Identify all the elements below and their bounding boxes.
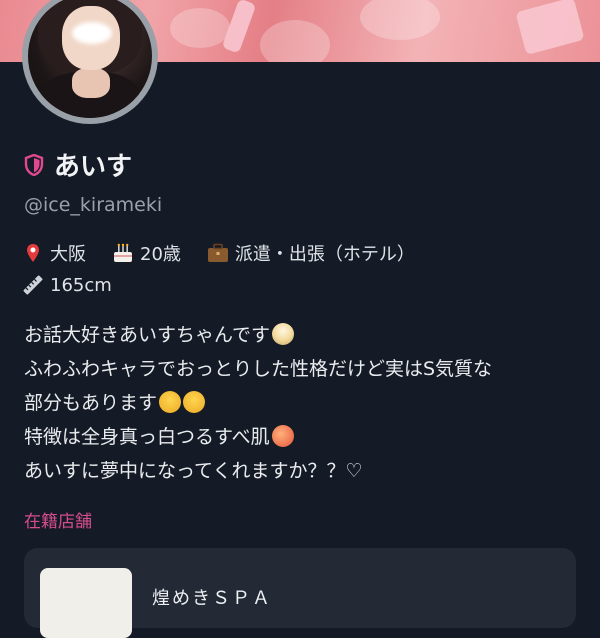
shield-icon bbox=[24, 153, 44, 176]
avatar-photo bbox=[28, 0, 152, 118]
bio-line: 特徴は全身真っ白つるすべ肌 bbox=[24, 426, 270, 448]
profile-meta-height: 165cm bbox=[22, 274, 112, 296]
cake-icon bbox=[112, 242, 134, 264]
bio-line: ふわふわキャラでおっとりした性格だけど実はS気質な bbox=[24, 358, 493, 380]
job-text: 派遣・出張（ホテル） bbox=[234, 244, 415, 265]
store-section-label: 在籍店舗 bbox=[24, 512, 92, 532]
bio-line: 部分もあります bbox=[24, 392, 158, 414]
fearful-face-icon bbox=[159, 391, 182, 413]
avatar[interactable] bbox=[22, 0, 158, 124]
store-name: 煌めきＳＰＡ bbox=[152, 588, 272, 609]
bio-line: お話大好きあいすちゃんです bbox=[24, 324, 271, 346]
height-text: 165cm bbox=[50, 274, 112, 296]
ruler-icon bbox=[22, 274, 44, 296]
bio-line: あいすに夢中になってくれますか？？♡ bbox=[24, 460, 363, 482]
store-card[interactable]: 煌めきＳＰＡ bbox=[24, 548, 576, 638]
profile-name: あいす bbox=[54, 152, 133, 182]
location-text: 大阪 bbox=[50, 244, 86, 265]
fearful-face-icon bbox=[183, 391, 206, 413]
name-row: あいす bbox=[24, 146, 132, 183]
profile-meta: 大阪 20歳 派遣・出張（ホテル） bbox=[22, 240, 415, 266]
profile-handle: @ice_kirameki bbox=[24, 194, 163, 216]
age-text: 20歳 bbox=[140, 244, 181, 265]
profile-bio: お話大好きあいすちゃんです ふわふわキャラでおっとりした性格だけど実はS気質な … bbox=[24, 318, 492, 488]
pin-icon bbox=[22, 242, 44, 264]
ice-cream-icon bbox=[272, 323, 295, 345]
store-logo bbox=[40, 568, 132, 638]
peach-icon bbox=[271, 425, 294, 447]
briefcase-icon bbox=[207, 242, 229, 264]
